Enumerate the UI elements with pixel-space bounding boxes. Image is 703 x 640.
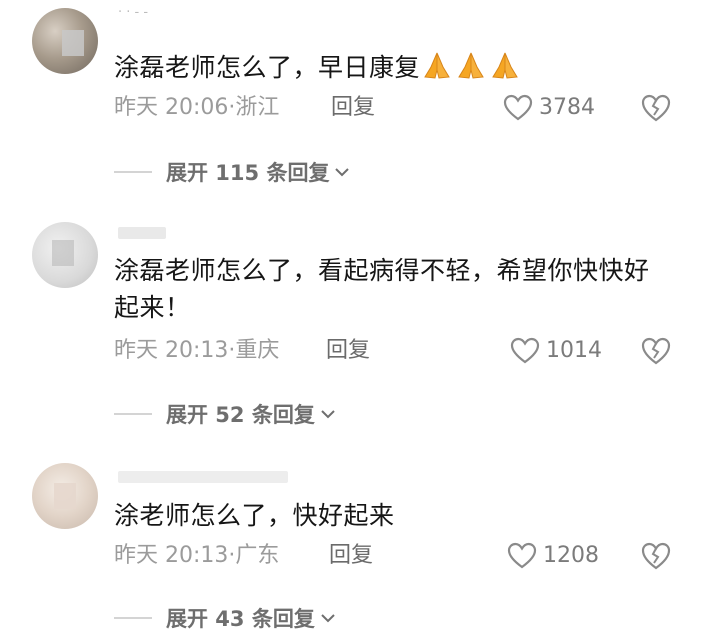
like-button[interactable]: 1208 xyxy=(507,541,599,571)
comment-text: 涂磊老师怎么了，看起病得不轻，希望你快快好起来！ xyxy=(114,252,659,326)
avatar[interactable] xyxy=(32,222,98,288)
comment-1: · · - - 涂磊老师怎么了，早日康复 昨天 20:06·浙江 回复 3784… xyxy=(0,0,703,200)
broken-heart-icon[interactable] xyxy=(640,93,672,123)
broken-heart-icon[interactable] xyxy=(640,336,672,366)
comment-text-content: 涂老师怎么了，快好起来 xyxy=(114,501,395,530)
divider-line xyxy=(114,171,152,173)
divider-line xyxy=(114,413,152,415)
expand-label: 展开 43 条回复 xyxy=(166,607,315,631)
timestamp: 昨天 20:13 xyxy=(114,543,229,568)
username[interactable] xyxy=(118,227,166,239)
comment-text-content: 涂磊老师怎么了，看起病得不轻，希望你快快好起来！ xyxy=(114,256,650,322)
expand-label: 展开 115 条回复 xyxy=(166,161,330,185)
praying-hands-emoji xyxy=(488,52,522,82)
avatar[interactable] xyxy=(32,463,98,529)
expand-replies-button[interactable]: 展开 52 条回复 xyxy=(114,399,337,429)
comment-2: 涂磊老师怎么了，看起病得不轻，希望你快快好起来！ 昨天 20:13·重庆 回复 … xyxy=(0,200,703,445)
username[interactable]: · · - - xyxy=(118,6,178,20)
chevron-down-icon xyxy=(321,410,335,419)
timestamp: 昨天 20:13 xyxy=(114,338,229,363)
timestamp: 昨天 20:06 xyxy=(114,95,229,120)
heart-outline-icon xyxy=(503,94,533,121)
heart-outline-icon xyxy=(510,337,540,364)
praying-hands-emoji xyxy=(420,52,454,82)
like-button[interactable]: 3784 xyxy=(503,93,595,123)
comment-3: 涂老师怎么了，快好起来 昨天 20:13·广东 回复 1208 展开 43 条回… xyxy=(0,445,703,640)
comment-meta: 昨天 20:13·重庆 xyxy=(114,338,280,363)
expand-label: 展开 52 条回复 xyxy=(166,403,315,427)
comment-text: 涂老师怎么了，快好起来 xyxy=(114,497,674,534)
chevron-down-icon xyxy=(321,614,335,623)
reply-button[interactable]: 回复 xyxy=(329,541,373,571)
reply-button[interactable]: 回复 xyxy=(326,336,370,366)
location: 重庆 xyxy=(235,338,280,363)
broken-heart-icon[interactable] xyxy=(640,541,672,571)
comment-meta: 昨天 20:06·浙江 xyxy=(114,95,280,120)
location: 广东 xyxy=(235,543,280,568)
reply-button[interactable]: 回复 xyxy=(331,93,375,123)
like-count: 3784 xyxy=(539,95,595,120)
location: 浙江 xyxy=(235,95,280,120)
chevron-down-icon xyxy=(335,168,350,177)
expand-replies-button[interactable]: 展开 43 条回复 xyxy=(114,603,337,633)
praying-hands-emoji xyxy=(454,52,488,82)
like-count: 1208 xyxy=(543,543,599,568)
avatar[interactable] xyxy=(32,8,98,74)
like-count: 1014 xyxy=(546,338,602,363)
comment-meta: 昨天 20:13·广东 xyxy=(114,543,280,568)
heart-outline-icon xyxy=(507,542,537,569)
comment-text: 涂磊老师怎么了，早日康复 xyxy=(114,49,674,86)
divider-line xyxy=(114,617,152,619)
comment-text-content: 涂磊老师怎么了，早日康复 xyxy=(114,53,421,82)
like-button[interactable]: 1014 xyxy=(510,336,602,366)
username[interactable] xyxy=(118,471,288,483)
expand-replies-button[interactable]: 展开 115 条回复 xyxy=(114,157,351,187)
